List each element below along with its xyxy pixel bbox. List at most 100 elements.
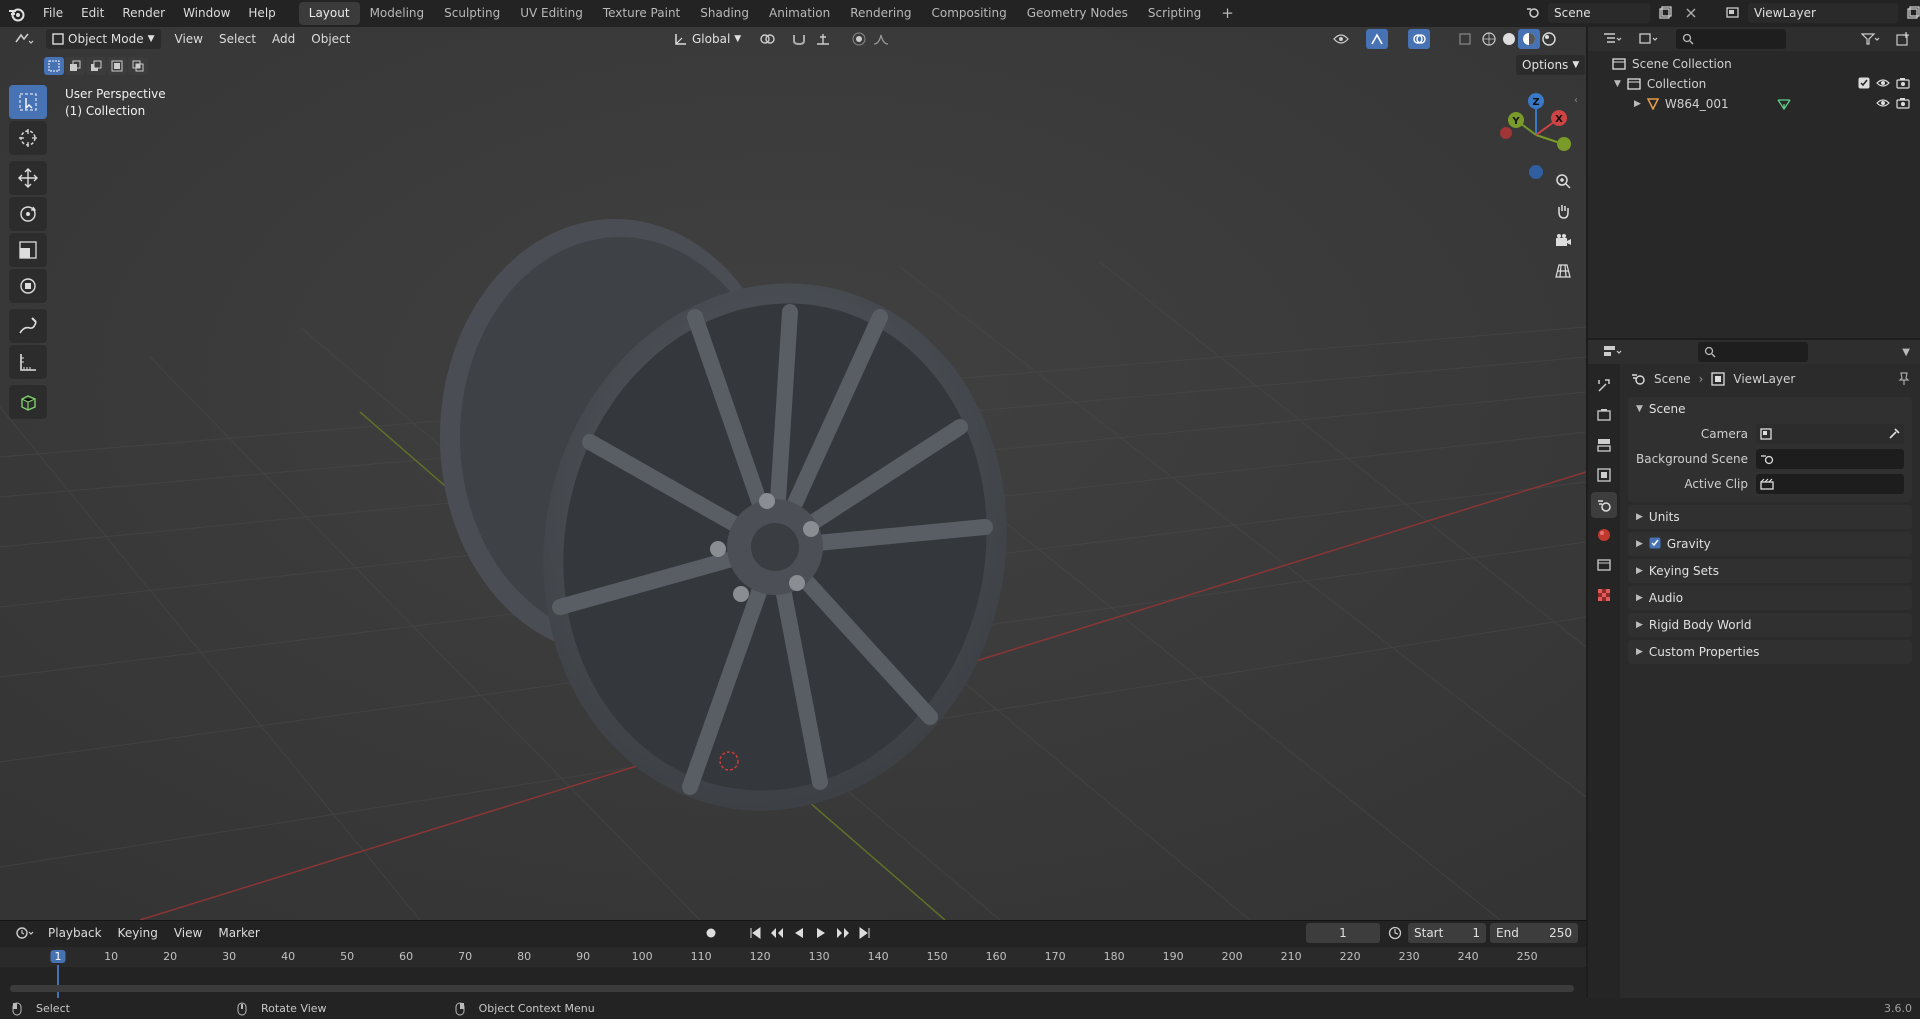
checkbox-icon[interactable] (1858, 77, 1870, 92)
mesh-data-icon[interactable] (1777, 98, 1791, 110)
tab-sculpting[interactable]: Sculpting (434, 2, 510, 25)
scene-browse-icon[interactable] (1522, 3, 1544, 23)
play-reverse-icon[interactable] (788, 923, 810, 943)
menu-window[interactable]: Window (174, 0, 239, 27)
properties-search-input[interactable] (1698, 342, 1808, 362)
outliner-row-object[interactable]: ▶ W864_001 (1588, 94, 1920, 114)
chevron-right-icon[interactable]: ▶ (1634, 99, 1641, 109)
mode-dropdown[interactable]: Object Mode ▼ (46, 29, 161, 49)
new-scene-icon[interactable] (1654, 3, 1676, 23)
menu-keying[interactable]: Keying (110, 926, 166, 940)
chevron-down-icon[interactable]: ▼ (1614, 79, 1621, 89)
camera-render-icon[interactable] (1896, 97, 1910, 112)
select-box-icon[interactable] (9, 85, 47, 119)
tab-geometry-nodes[interactable]: Geometry Nodes (1017, 2, 1138, 25)
end-frame-field[interactable]: End 250 (1490, 923, 1578, 943)
new-viewlayer-icon[interactable] (1902, 3, 1920, 23)
gizmo-toggle-icon[interactable] (1366, 29, 1388, 49)
chevron-down-icon[interactable]: ▼ (1902, 347, 1910, 358)
transform-icon[interactable] (9, 269, 47, 303)
add-cube-icon[interactable] (9, 385, 47, 419)
tab-compositing[interactable]: Compositing (921, 2, 1016, 25)
3d-viewport[interactable]: Object Mode ▼ View Select Add Object Glo… (0, 27, 1586, 920)
keying-sets-panel[interactable]: ▶ Keying Sets (1628, 559, 1912, 583)
outliner-search-input[interactable] (1676, 29, 1786, 49)
tab-texture-paint[interactable]: Texture Paint (593, 2, 690, 25)
new-collection-icon[interactable] (1892, 29, 1914, 49)
viewlayer-name-field[interactable]: ViewLayer (1748, 3, 1898, 23)
units-panel[interactable]: ▶ Units (1628, 505, 1912, 529)
menu-timeline-view[interactable]: View (166, 926, 210, 940)
gizmo-neg-x-axis[interactable] (1500, 127, 1512, 139)
blender-logo-icon[interactable] (0, 0, 34, 27)
collection-properties-icon[interactable] (1591, 552, 1617, 578)
select-subtract-icon[interactable] (86, 57, 106, 75)
jump-end-icon[interactable] (854, 923, 876, 943)
select-intersect-icon[interactable] (128, 57, 148, 75)
start-frame-field[interactable]: Start 1 (1408, 923, 1486, 943)
eye-icon[interactable] (1876, 77, 1890, 91)
remove-scene-icon[interactable] (1680, 3, 1702, 23)
active-clip-field[interactable] (1756, 473, 1904, 494)
tool-settings-icon[interactable] (1591, 372, 1617, 398)
camera-view-icon[interactable] (1550, 228, 1576, 254)
tab-shading[interactable]: Shading (690, 2, 759, 25)
filter-icon[interactable] (1856, 29, 1886, 49)
shading-rendered-icon[interactable] (1538, 29, 1560, 49)
gravity-checkbox[interactable] (1649, 537, 1661, 552)
pin-icon[interactable] (1898, 372, 1910, 386)
preview-range-icon[interactable] (1384, 923, 1406, 943)
overlays-icon[interactable] (1408, 29, 1430, 49)
perspective-toggle-icon[interactable] (1550, 258, 1576, 284)
custom-properties-panel[interactable]: ▶ Custom Properties (1628, 640, 1912, 664)
snap-target-icon[interactable] (812, 29, 834, 49)
tab-animation[interactable]: Animation (759, 2, 840, 25)
jump-keyframe-forward-icon[interactable] (832, 923, 854, 943)
outliner-editor-type-icon[interactable] (1598, 29, 1628, 49)
menu-object[interactable]: Object (303, 32, 358, 46)
outliner-row-scene-collection[interactable]: Scene Collection (1588, 54, 1920, 74)
orientation-dropdown[interactable]: Global ▼ (668, 29, 747, 49)
jump-start-icon[interactable] (744, 923, 766, 943)
rotate-icon[interactable] (9, 197, 47, 231)
menu-add[interactable]: Add (264, 32, 303, 46)
view-layer-properties-icon[interactable] (1591, 462, 1617, 488)
scene-properties-icon[interactable] (1591, 492, 1617, 518)
background-scene-field[interactable] (1756, 448, 1904, 469)
select-extend-icon[interactable] (65, 57, 85, 75)
texture-properties-icon[interactable] (1591, 582, 1617, 608)
tab-scripting[interactable]: Scripting (1138, 2, 1211, 25)
editor-type-icon[interactable] (8, 29, 40, 49)
add-workspace-button[interactable]: + (1211, 2, 1244, 25)
proportional-edit-icon[interactable] (848, 29, 870, 49)
render-properties-icon[interactable] (1591, 402, 1617, 428)
gizmo-neg-y-axis[interactable] (1557, 137, 1571, 151)
cursor-icon[interactable] (9, 121, 47, 155)
play-icon[interactable] (810, 923, 832, 943)
options-dropdown[interactable]: Options ▼ (1516, 55, 1586, 75)
world-properties-icon[interactable] (1591, 522, 1617, 548)
select-new-icon[interactable] (44, 57, 64, 75)
jump-keyframe-back-icon[interactable] (766, 923, 788, 943)
record-icon[interactable] (700, 923, 722, 943)
menu-select[interactable]: Select (211, 32, 264, 46)
frame-ruler[interactable]: 1 10 20 30 40 50 60 70 80 90 100 110 120 130 140 150 160… (0, 947, 1586, 967)
sidebar-toggle-icon[interactable]: ‹ (1574, 95, 1578, 106)
pivot-icon[interactable] (756, 29, 778, 49)
pan-hand-icon[interactable] (1550, 198, 1576, 224)
scale-icon[interactable] (9, 233, 47, 267)
rigid-body-world-panel[interactable]: ▶ Rigid Body World (1628, 613, 1912, 637)
gravity-panel[interactable]: ▶ Gravity (1628, 532, 1912, 556)
menu-view[interactable]: View (167, 32, 211, 46)
falloff-icon[interactable] (870, 29, 892, 49)
eye-icon[interactable] (1876, 97, 1890, 111)
menu-render[interactable]: Render (113, 0, 174, 27)
shading-material-icon[interactable] (1518, 29, 1540, 49)
tab-layout[interactable]: Layout (298, 2, 360, 25)
outliner-row-collection[interactable]: ▼ Collection (1588, 74, 1920, 94)
annotate-icon[interactable] (9, 309, 47, 343)
timeline-editor-type-icon[interactable] (10, 923, 40, 943)
snap-icon[interactable] (788, 29, 810, 49)
shading-solid-icon[interactable] (1498, 29, 1520, 49)
gizmo-neg-z-axis[interactable] (1529, 165, 1543, 179)
